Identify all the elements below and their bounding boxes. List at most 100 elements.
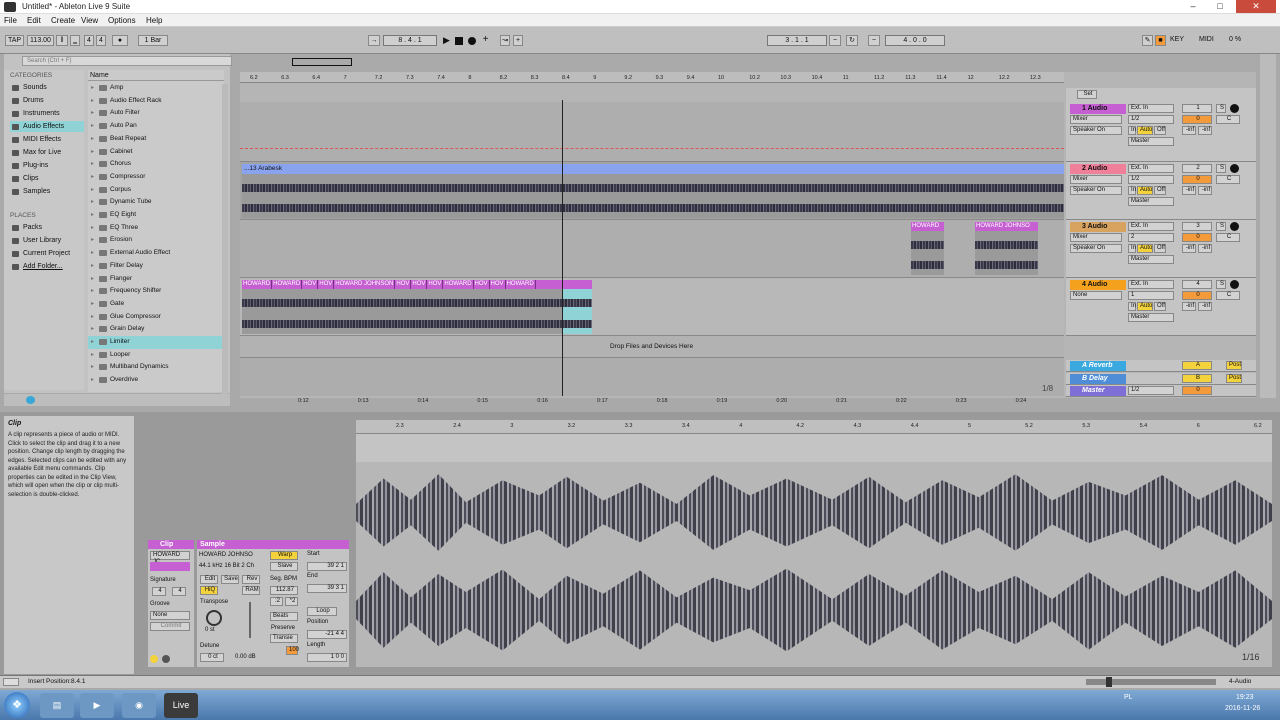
clip-color-select[interactable] — [150, 562, 190, 571]
track-2-lane[interactable]: ...13 Arabesk — [240, 162, 1064, 220]
in-button[interactable]: In — [1128, 126, 1136, 135]
meter-denominator[interactable]: 4 — [96, 35, 106, 46]
preview-icon[interactable] — [26, 396, 35, 404]
place-packs[interactable]: Packs — [10, 222, 84, 233]
menu-file[interactable]: File — [4, 16, 17, 25]
off-button[interactable]: Off — [1154, 126, 1166, 135]
send-a-field[interactable]: -inf — [1182, 302, 1196, 311]
arm-icon[interactable] — [1230, 280, 1239, 289]
solo-button[interactable]: S — [1216, 164, 1226, 173]
clip-4-segment-label[interactable]: HOV — [395, 280, 412, 289]
monitor-select[interactable]: Mixer — [1070, 115, 1122, 124]
back-to-arrangement-icon[interactable]: + — [513, 35, 523, 46]
monitor-select[interactable]: Mixer — [1070, 233, 1122, 242]
in-button[interactable]: In — [1128, 302, 1136, 311]
clip-4-selected-region[interactable] — [562, 289, 592, 334]
slave-button[interactable]: Slave — [270, 562, 298, 571]
sample-waveform-right[interactable] — [356, 568, 1272, 652]
track-4-header[interactable]: 4 Audio Ext. In 1 None In Auto Off Master 4 0 C -in… — [1066, 278, 1256, 336]
browser-item[interactable]: External Audio Effect — [88, 247, 224, 260]
info-toggle-icon[interactable] — [3, 678, 19, 686]
punch-in-icon[interactable]: ~ — [829, 35, 841, 46]
arm-icon[interactable] — [1230, 104, 1239, 113]
volume-field[interactable]: 0 — [1182, 175, 1212, 184]
category-plug-ins[interactable]: Plug-ins — [10, 160, 84, 171]
add-folder-link[interactable]: Add Folder... — [10, 261, 84, 272]
auto-button[interactable]: Auto — [1137, 126, 1153, 135]
solo-button[interactable]: S — [1216, 222, 1226, 231]
midi-map-label[interactable]: MIDI — [1199, 36, 1214, 43]
track-number[interactable]: 2 — [1182, 164, 1212, 173]
meter-numerator[interactable]: 4 — [84, 35, 94, 46]
solo-button[interactable]: S — [1216, 104, 1226, 113]
output-select[interactable]: Speaker On — [1070, 244, 1122, 253]
post-button[interactable]: Post — [1226, 373, 1242, 383]
quantize-select[interactable]: 1 Bar — [138, 35, 168, 46]
double-tempo-button[interactable]: *2 — [285, 597, 298, 606]
follow-icon[interactable]: → — [368, 35, 380, 46]
in-button[interactable]: In — [1128, 186, 1136, 195]
browser-item[interactable]: Erosion — [88, 234, 224, 247]
taskbar-chrome-icon[interactable]: ◉ — [122, 693, 156, 718]
reverse-button[interactable]: Rev — [242, 575, 260, 584]
browser-item[interactable]: Overdrive — [88, 374, 224, 387]
send-b-field[interactable]: -inf — [1198, 302, 1212, 311]
category-max-for-live[interactable]: Max for Live — [10, 147, 84, 158]
browser-item[interactable]: Auto Pan — [88, 120, 224, 133]
ram-button[interactable]: RAM — [242, 586, 260, 595]
track-name[interactable]: 2 Audio — [1070, 164, 1126, 174]
browser-item[interactable]: Glue Compressor — [88, 311, 224, 324]
clip-name-field[interactable]: HOWARD JC — [150, 551, 190, 565]
browser-item[interactable]: EQ Three — [88, 222, 224, 235]
track-3-lane[interactable]: HOWARD HOWARD JOHNSO — [240, 220, 1064, 278]
return-1-header[interactable]: A Reverb A Post — [1066, 360, 1256, 372]
monitor-select[interactable]: None — [1070, 291, 1122, 300]
close-button[interactable]: ✕ — [1236, 0, 1276, 13]
arrangement-scrollbar[interactable] — [1260, 54, 1276, 398]
warp-marker-lane[interactable] — [356, 434, 1272, 462]
clip-4-segment-label[interactable]: HOV — [318, 280, 335, 289]
clip-2-header[interactable]: ...13 Arabesk — [242, 164, 1064, 174]
browser-item[interactable]: Flanger — [88, 273, 224, 286]
pan-field[interactable]: C — [1216, 233, 1240, 242]
clip-4-segment-label[interactable]: HOWARD — [443, 280, 474, 289]
category-samples[interactable]: Samples — [10, 186, 84, 197]
hiq-button[interactable]: HiQ — [200, 586, 218, 595]
browser-item[interactable]: Multiband Dynamics — [88, 361, 224, 374]
send-b-field[interactable]: -inf — [1198, 126, 1212, 135]
taskbar-explorer-icon[interactable]: ▤ — [40, 693, 74, 718]
return-letter[interactable]: B — [1182, 373, 1212, 383]
pan-field[interactable]: C — [1216, 175, 1240, 184]
output-route-select[interactable]: Master — [1128, 197, 1174, 206]
solo-button[interactable]: S — [1216, 280, 1226, 289]
output-select[interactable]: Speaker On — [1070, 186, 1122, 195]
punch-out-icon[interactable]: ~ — [868, 35, 880, 46]
track-number[interactable]: 3 — [1182, 222, 1212, 231]
browser-item[interactable]: Dynamic Tube — [88, 196, 224, 209]
clip-launch-icon[interactable] — [150, 655, 158, 663]
taskbar-time[interactable]: 19:23 — [1236, 694, 1254, 701]
signature-den[interactable]: 4 — [172, 587, 186, 596]
track-4-lane[interactable]: HOWARD HOWARD HOV HOV HOWARD JOHNSON HOV HOV HO… — [240, 278, 1064, 336]
volume-field[interactable]: 0 — [1182, 291, 1212, 300]
send-a-field[interactable]: -inf — [1182, 126, 1196, 135]
name-column-header[interactable]: Name — [88, 70, 224, 81]
save-button[interactable]: Save — [221, 575, 239, 584]
nudge-down-icon[interactable]: ‗ — [70, 35, 80, 46]
clip-2-waveform[interactable] — [242, 174, 1064, 218]
input-channel-select[interactable]: 1 — [1128, 291, 1174, 300]
start-field[interactable]: 39 2 1 — [307, 562, 347, 571]
gain-slider[interactable] — [249, 602, 251, 638]
volume-field[interactable]: 0 — [1182, 233, 1212, 242]
stop-icon[interactable] — [455, 37, 463, 45]
browser-search-input[interactable]: Search (Ctrl + F) — [22, 56, 232, 66]
tempo-field[interactable]: 113.00 — [27, 35, 54, 46]
input-channel-select[interactable]: 2 — [1128, 233, 1174, 242]
clip-3a-header[interactable]: HOWARD — [911, 222, 944, 231]
browser-item[interactable]: Filter Delay — [88, 260, 224, 273]
clip-3b-header[interactable]: HOWARD JOHNSO — [975, 222, 1038, 231]
return-name[interactable]: B Delay — [1070, 373, 1126, 384]
track-name[interactable]: 1 Audio — [1070, 104, 1126, 114]
input-type-select[interactable]: Ext. In — [1128, 164, 1174, 173]
browser-item[interactable]: Gate — [88, 298, 224, 311]
